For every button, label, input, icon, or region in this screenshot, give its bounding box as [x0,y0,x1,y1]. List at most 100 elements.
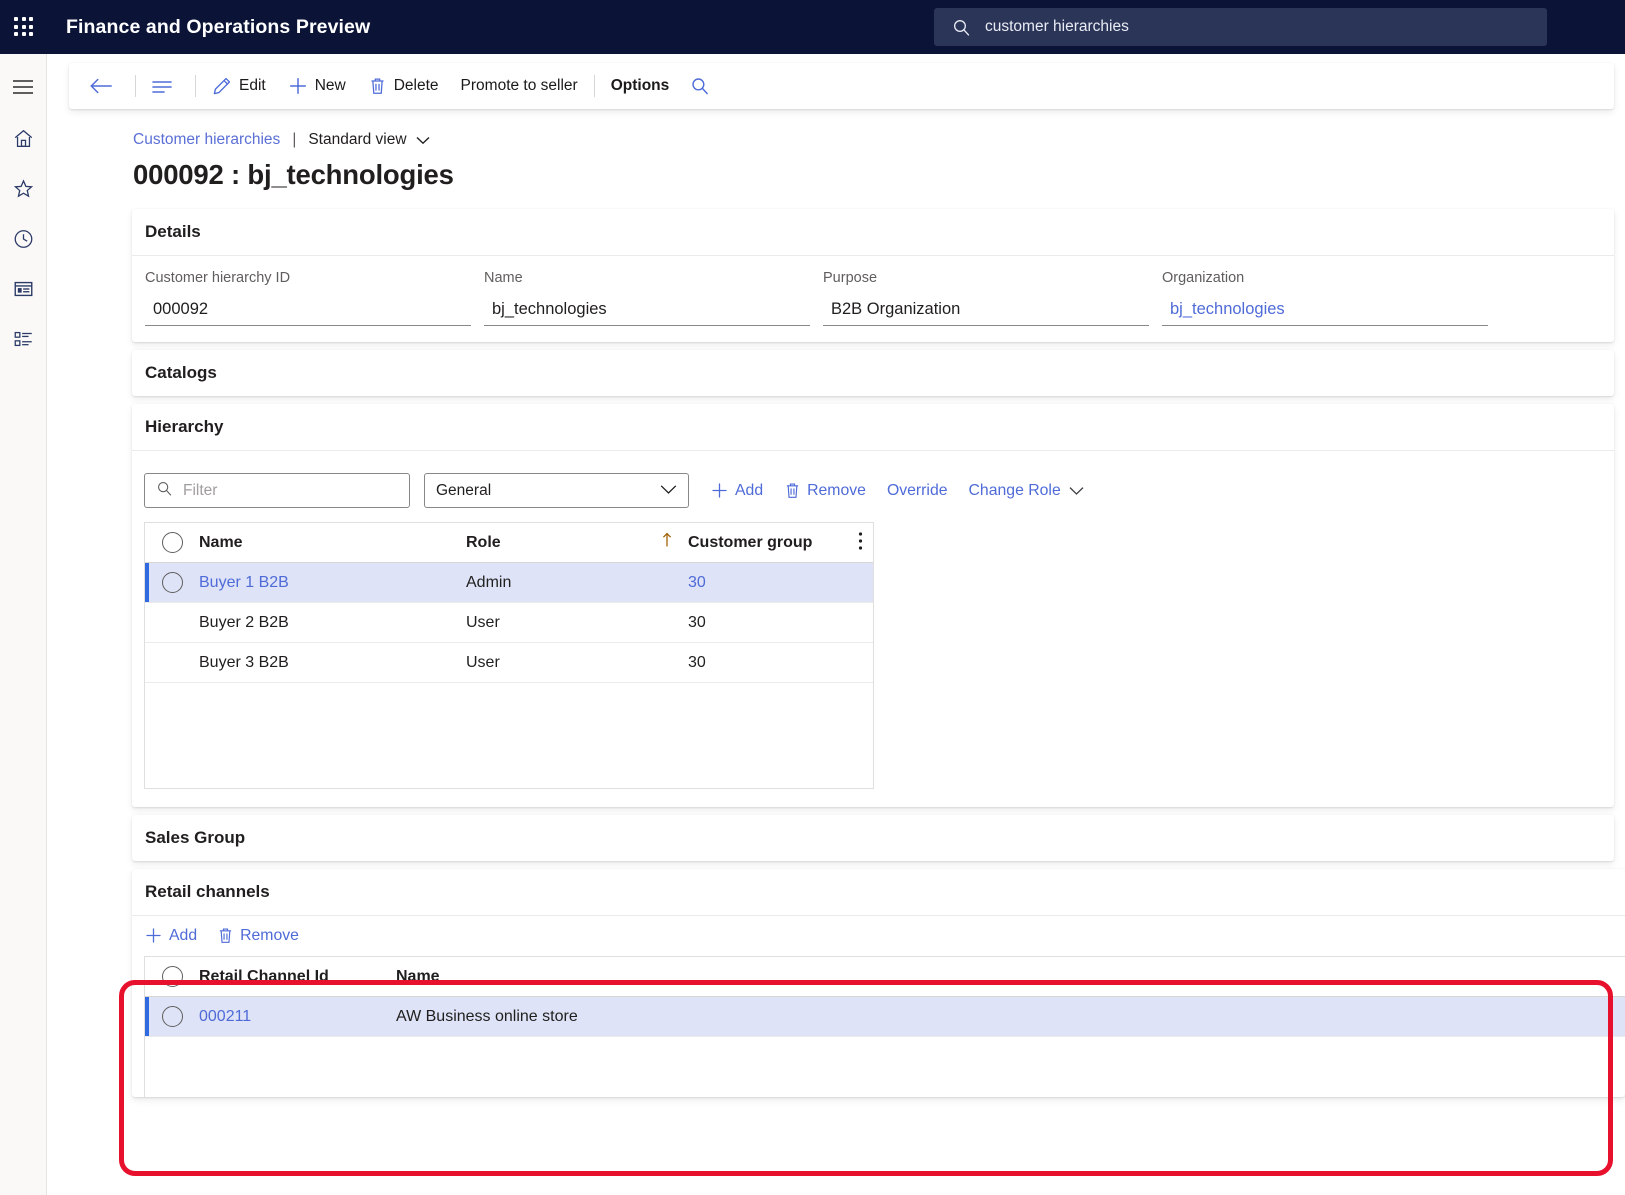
back-button[interactable] [79,69,130,103]
hierarchy-view-select[interactable]: General [424,473,689,508]
options-button[interactable]: Options [600,69,681,103]
customer-hierarchy-id-input[interactable]: 000092 [145,294,471,326]
name-input[interactable]: bj_technologies [484,294,810,326]
cell-customer-group: 30 [688,613,706,631]
sales-group-section: Sales Group [132,815,1614,861]
catalogs-section-header[interactable]: Catalogs [132,350,1614,396]
view-selector[interactable]: Standard view [308,131,430,149]
radio-circle-icon [161,966,183,987]
sidebar-item-recent[interactable] [4,222,42,260]
options-label: Options [610,77,670,94]
plus-icon [144,926,163,945]
waffle-grid-icon[interactable] [11,14,37,40]
retail-remove-button[interactable]: Remove [217,926,299,945]
hierarchy-change-role-button[interactable]: Change Role [969,482,1084,500]
cell-customer-group: 30 [688,653,706,671]
trash-icon [784,481,801,500]
cell-name: Buyer 2 B2B [199,613,289,631]
hamburger-menu-icon [12,79,34,100]
field-organization: Organization bj_technologies [1162,270,1488,326]
field-label: Organization [1162,270,1245,286]
hierarchy-remove-label: Remove [807,481,866,499]
column-header-retail-channel-id[interactable]: Retail Channel Id [199,968,396,986]
table-row[interactable]: Buyer 2 B2B User 30 [145,603,873,643]
sidebar-item-modules[interactable] [4,322,42,360]
delete-button[interactable]: Delete [357,69,450,103]
select-all-radio[interactable] [145,532,199,553]
details-fields: Customer hierarchy ID 000092 Name bj_tec… [132,256,1614,342]
global-search-input[interactable]: customer hierarchies [934,8,1547,46]
filter-placeholder: Filter [183,481,218,499]
edit-button[interactable]: Edit [201,69,277,103]
hierarchy-override-button[interactable]: Override [887,482,948,500]
toolbar-search-button[interactable] [680,69,727,103]
hierarchy-section-body: Filter General Add Remove Override Chang… [132,450,1614,807]
search-icon [690,76,710,96]
retail-channels-toolbar: Add Remove [132,916,1625,949]
back-arrow-icon [89,77,113,95]
grid-empty-area [145,683,873,833]
toolbar-divider [195,75,196,97]
details-section-body: Customer hierarchy ID 000092 Name bj_tec… [132,255,1614,342]
sidebar-item-home[interactable] [4,122,42,160]
table-row[interactable]: Buyer 3 B2B User 30 [145,643,873,683]
breadcrumb-parent-link[interactable]: Customer hierarchies [133,131,280,149]
purpose-input[interactable]: B2B Organization [823,294,1149,326]
hierarchy-add-button[interactable]: Add [710,481,763,500]
details-section-header[interactable]: Details [132,209,1614,255]
workspace-icon [12,278,35,305]
hierarchy-section: Hierarchy Filter General Add Remove Over… [132,404,1614,807]
radio-circle-icon [161,1006,183,1027]
new-button[interactable]: New [277,69,357,103]
cell-customer-group[interactable]: 30 [688,574,838,592]
field-customer-hierarchy-id: Customer hierarchy ID 000092 [145,270,471,326]
page-title: 000092 : bj_technologies [133,159,454,190]
sidebar-item-favorites[interactable] [4,172,42,210]
retail-channels-grid: Retail Channel Id Name 000211 AW Busines… [144,956,1625,1097]
left-navigation-rail [0,54,47,1195]
search-icon [952,18,971,37]
field-purpose: Purpose B2B Organization [823,270,1149,326]
main-content-area: Edit New Delete Promote to seller Option… [47,54,1625,1195]
hierarchy-grid: Name Role Customer group Buyer 1 B2B Adm… [144,522,874,789]
table-row[interactable]: Buyer 1 B2B Admin 30 [145,563,873,603]
field-label: Name [484,270,523,286]
star-icon [12,178,35,205]
toolbar-divider [135,75,136,97]
row-select-radio[interactable] [145,1006,199,1027]
trash-icon [217,926,234,945]
filter-input[interactable]: Filter [144,473,410,508]
organization-link[interactable]: bj_technologies [1162,294,1488,326]
hierarchy-grid-header: Name Role Customer group [145,523,873,563]
plus-icon [288,76,308,96]
retail-add-button[interactable]: Add [144,926,197,945]
cell-retail-channel-id[interactable]: 000211 [199,1008,396,1026]
show-list-button[interactable] [141,69,190,103]
hierarchy-add-label: Add [735,481,764,499]
delete-label: Delete [393,77,439,94]
show-list-icon [151,78,173,94]
hierarchy-section-header[interactable]: Hierarchy [132,404,1614,450]
sales-group-section-header[interactable]: Sales Group [132,815,1614,861]
sidebar-item-workspaces[interactable] [4,272,42,310]
breadcrumb: Customer hierarchies | Standard view [133,131,1625,149]
retail-grid-header: Retail Channel Id Name [145,957,1625,997]
column-header-customer-group[interactable]: Customer group [688,534,838,552]
promote-to-seller-button[interactable]: Promote to seller [450,69,589,103]
table-row[interactable]: 000211 AW Business online store [145,997,1625,1037]
chevron-down-icon [416,136,430,145]
column-header-role[interactable]: Role [466,534,661,552]
view-selector-label: Standard view [308,131,407,148]
nav-toggle-button[interactable] [4,70,42,108]
cell-name: AW Business online store [396,1007,578,1025]
retail-channels-section-header[interactable]: Retail channels [132,869,1625,915]
more-vertical-icon[interactable] [858,531,863,554]
select-all-radio[interactable] [145,966,199,987]
column-header-name[interactable]: Name [396,968,796,986]
hierarchy-remove-button[interactable]: Remove [784,481,866,500]
chevron-down-icon [660,482,677,500]
cell-name[interactable]: Buyer 1 B2B [199,574,466,592]
sort-ascending-arrow-icon [661,532,688,553]
row-select-radio[interactable] [145,572,199,593]
column-header-name[interactable]: Name [199,534,466,552]
